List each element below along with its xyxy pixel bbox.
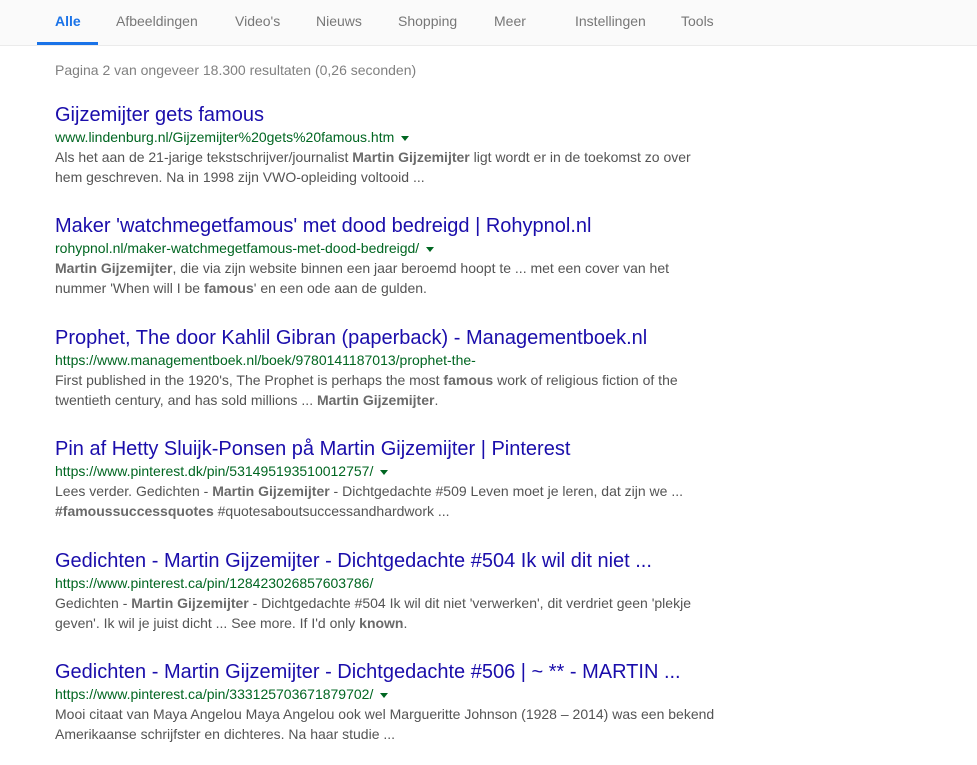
search-result: Gedichten - Martin Gijzemijter - Dichtge… xyxy=(55,549,715,633)
result-title-link[interactable]: Gedichten - Martin Gijzemijter - Dichtge… xyxy=(55,660,715,684)
search-result: Gedichten - Martin Gijzemijter - Dichtge… xyxy=(55,660,715,744)
snippet-text: Gedichten - xyxy=(55,595,132,611)
result-url-text: www.lindenburg.nl/Gijzemijter%20gets%20f… xyxy=(55,129,395,145)
snippet-text: . xyxy=(434,392,439,408)
result-url: https://www.pinterest.ca/pin/33312570367… xyxy=(55,684,715,704)
result-url-text: https://www.pinterest.ca/pin/12842302685… xyxy=(55,575,374,591)
snippet-text: #quotesaboutsuccessandhardwork ... xyxy=(213,503,450,519)
snippet-text: - Dichtgedachte #509 Leven moet je leren… xyxy=(329,483,683,499)
settings-link[interactable]: Instellingen xyxy=(575,13,646,29)
result-snippet: Als het aan de 21-jarige tekstschrijver/… xyxy=(55,147,715,187)
result-url: https://www.pinterest.dk/pin/53149519351… xyxy=(55,461,715,481)
tools-link[interactable]: Tools xyxy=(681,13,714,29)
result-title-link[interactable]: Gijzemijter gets famous xyxy=(55,103,715,127)
result-url: https://www.managementboek.nl/boek/97801… xyxy=(55,350,715,370)
result-snippet: Lees verder. Gedichten - Martin Gijzemij… xyxy=(55,481,715,521)
result-url-text: https://www.pinterest.ca/pin/33312570367… xyxy=(55,686,374,702)
result-url-text: rohypnol.nl/maker-watchmegetfamous-met-d… xyxy=(55,240,420,256)
search-result: Maker 'watchmegetfamous' met dood bedrei… xyxy=(55,214,715,298)
snippet-highlight: famous xyxy=(203,280,254,296)
tab-afbeeldingen[interactable]: Afbeeldingen xyxy=(116,13,198,29)
snippet-text: First published in the 1920's, The Proph… xyxy=(55,372,444,388)
result-snippet: First published in the 1920's, The Proph… xyxy=(55,370,715,410)
result-snippet: Gedichten - Martin Gijzemijter - Dichtge… xyxy=(55,593,715,633)
tab-nieuws[interactable]: Nieuws xyxy=(316,13,362,29)
result-snippet: Mooi citaat van Maya Angelou Maya Angelo… xyxy=(55,704,715,744)
search-result: Gijzemijter gets famous www.lindenburg.nl… xyxy=(55,103,715,187)
snippet-text: ' en een ode aan de gulden. xyxy=(253,280,427,296)
snippet-highlight: #famoussuccessquotes xyxy=(55,503,214,519)
search-nav-bar: Alle Afbeeldingen Video's Nieuws Shoppin… xyxy=(0,0,977,46)
result-url: rohypnol.nl/maker-watchmegetfamous-met-d… xyxy=(55,238,715,258)
result-url-text: https://www.pinterest.dk/pin/53149519351… xyxy=(55,463,374,479)
dropdown-caret-icon[interactable] xyxy=(401,135,410,141)
tab-alle[interactable]: Alle xyxy=(55,13,81,29)
result-title-link[interactable]: Pin af Hetty Sluijk-Ponsen på Martin Gij… xyxy=(55,437,715,461)
snippet-highlight: known xyxy=(359,615,404,631)
snippet-highlight: Martin Gijzemijter xyxy=(212,483,330,499)
result-url-text: https://www.managementboek.nl/boek/97801… xyxy=(55,352,476,368)
snippet-highlight: Martin Gijzemijter xyxy=(55,260,173,276)
dropdown-caret-icon[interactable] xyxy=(380,692,389,698)
snippet-highlight: famous xyxy=(443,372,494,388)
result-url: https://www.pinterest.ca/pin/12842302685… xyxy=(55,573,715,593)
search-result: Prophet, The door Kahlil Gibran (paperba… xyxy=(55,326,715,410)
result-snippet: Martin Gijzemijter, die via zijn website… xyxy=(55,258,715,298)
snippet-text: . xyxy=(403,615,408,631)
snippet-text: Mooi citaat van Maya Angelou Maya Angelo… xyxy=(55,706,715,742)
result-title-link[interactable]: Gedichten - Martin Gijzemijter - Dichtge… xyxy=(55,549,715,573)
result-stats: Pagina 2 van ongeveer 18.300 resultaten … xyxy=(55,62,417,78)
result-title-link[interactable]: Maker 'watchmegetfamous' met dood bedrei… xyxy=(55,214,715,238)
tab-shopping[interactable]: Shopping xyxy=(398,13,457,29)
dropdown-caret-icon[interactable] xyxy=(426,246,435,252)
tab-videos[interactable]: Video's xyxy=(235,13,280,29)
snippet-highlight: Martin Gijzemijter xyxy=(352,149,470,165)
snippet-highlight: Martin Gijzemijter xyxy=(131,595,249,611)
search-result: Pin af Hetty Sluijk-Ponsen på Martin Gij… xyxy=(55,437,715,521)
dropdown-caret-icon[interactable] xyxy=(380,469,389,475)
active-tab-indicator xyxy=(37,42,98,45)
tab-meer[interactable]: Meer xyxy=(494,13,526,29)
snippet-text: Als het aan de 21-jarige tekstschrijver/… xyxy=(55,149,353,165)
snippet-highlight: Martin Gijzemijter xyxy=(316,392,435,408)
snippet-text: Lees verder. Gedichten - xyxy=(55,483,213,499)
result-url: www.lindenburg.nl/Gijzemijter%20gets%20f… xyxy=(55,127,715,147)
result-title-link[interactable]: Prophet, The door Kahlil Gibran (paperba… xyxy=(55,326,715,350)
